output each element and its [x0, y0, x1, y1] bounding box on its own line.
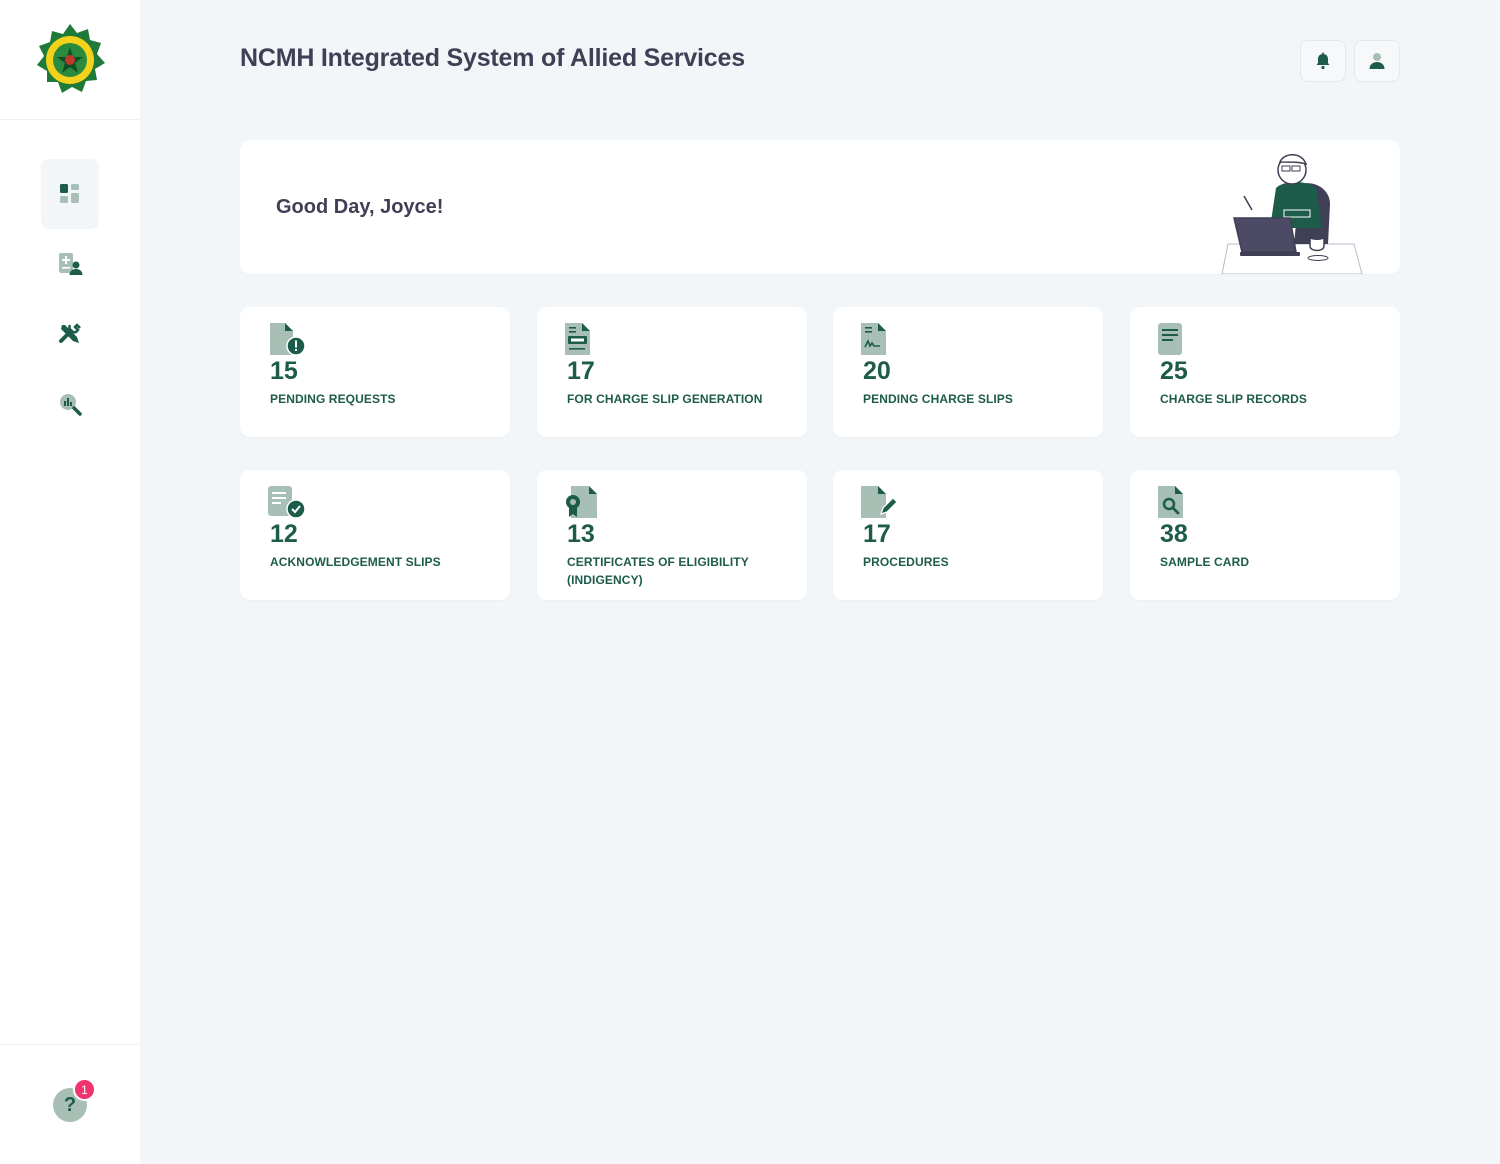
stat-label: PENDING CHARGE SLIPS	[863, 392, 1014, 406]
stat-label: SAMPLE CARD	[1160, 555, 1250, 569]
file-signature-icon	[861, 323, 886, 355]
stat-card-charge-slip-generation[interactable]: 17 FOR CHARGE SLIP GENERATION	[537, 307, 807, 437]
bell-icon	[1316, 52, 1330, 70]
file-check-icon	[268, 486, 306, 519]
profile-button[interactable]	[1354, 40, 1400, 82]
sidebar: ? 1	[0, 0, 140, 1164]
sidebar-footer: ? 1	[0, 1044, 140, 1164]
stat-value: 20	[863, 357, 891, 385]
sidebar-item-patients[interactable]	[41, 229, 99, 299]
ncmh-seal-logo[interactable]	[33, 23, 107, 97]
greeting-text: Good Day, Joyce!	[276, 196, 444, 218]
stat-value: 17	[863, 520, 891, 548]
stat-value: 12	[270, 520, 298, 548]
stat-value: 25	[1160, 357, 1188, 385]
file-search-icon	[1158, 486, 1183, 518]
user-icon	[1369, 53, 1385, 69]
stat-label: CERTIFICATES OF ELIGIBILITY (INDIGENCY)	[567, 555, 749, 587]
notifications-button[interactable]	[1300, 40, 1346, 82]
stat-card-pending-charge-slips[interactable]: 20 PENDING CHARGE SLIPS	[833, 307, 1103, 437]
tools-icon	[59, 323, 81, 343]
file-lines-icon	[1158, 323, 1182, 355]
page-title: NCMH Integrated System of Allied Service…	[240, 44, 745, 72]
file-alert-icon	[270, 323, 306, 356]
stat-card-procedures[interactable]: 17 PROCEDURES	[833, 470, 1103, 600]
stat-value: 38	[1160, 520, 1188, 548]
sidebar-nav	[41, 159, 99, 439]
stat-label: ACKNOWLEDGEMENT SLIPS	[270, 555, 441, 569]
stat-value: 13	[567, 520, 595, 548]
file-pen-icon	[861, 486, 898, 518]
logo-area	[0, 0, 140, 120]
stat-label: PROCEDURES	[863, 555, 949, 569]
question-icon: ?	[63, 1093, 77, 1116]
stat-value: 17	[567, 357, 595, 385]
person-at-laptop-illustration	[1221, 154, 1363, 274]
stat-card-charge-slip-records[interactable]: 25 CHARGE SLIP RECORDS	[1130, 307, 1400, 437]
help-badge: 1	[73, 1078, 96, 1101]
analytics-search-icon	[60, 394, 82, 416]
patient-record-icon	[59, 253, 83, 275]
stat-label: PENDING REQUESTS	[270, 392, 396, 406]
sidebar-item-dashboard[interactable]	[41, 159, 99, 229]
stat-card-acknowledgement-slips[interactable]: 12 ACKNOWLEDGEMENT SLIPS	[240, 470, 510, 600]
sidebar-item-reports[interactable]	[41, 369, 99, 439]
stat-label: FOR CHARGE SLIP GENERATION	[567, 392, 763, 406]
file-certificate-icon	[566, 486, 597, 518]
stat-card-sample-card[interactable]: 38 SAMPLE CARD	[1130, 470, 1400, 600]
stat-label: CHARGE SLIP RECORDS	[1160, 392, 1308, 406]
greeting-banner: Good Day, Joyce!	[240, 140, 1400, 274]
sidebar-item-maintenance[interactable]	[41, 299, 99, 369]
stat-card-pending-requests[interactable]: 15 PENDING REQUESTS	[240, 307, 510, 437]
stat-value: 15	[270, 357, 298, 385]
dashboard-icon	[60, 184, 79, 203]
stat-card-certificates-of-eligibility[interactable]: 13 CERTIFICATES OF ELIGIBILITY (INDIGENC…	[537, 470, 807, 600]
file-card-icon	[565, 323, 590, 355]
